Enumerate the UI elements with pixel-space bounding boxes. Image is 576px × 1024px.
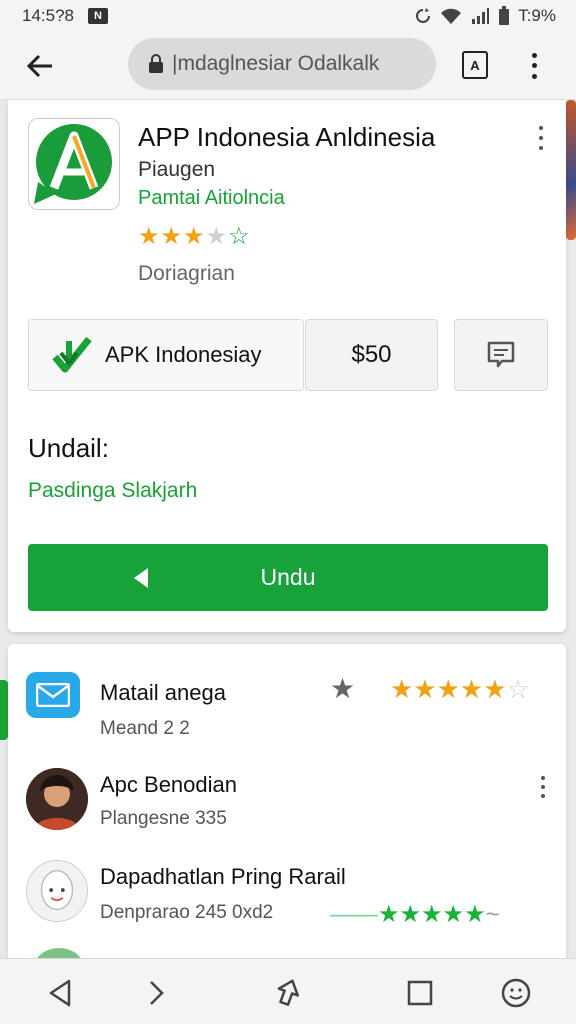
list-item-subtitle: Meand 2 2 — [100, 718, 190, 739]
share-icon — [277, 979, 299, 1006]
url-text: |mdaglnesiar Odalkalk — [172, 52, 380, 75]
app-title: APP Indonesia Anldinesia — [138, 122, 436, 152]
tab-count: A — [470, 57, 480, 73]
background-edge — [566, 100, 576, 240]
list-item[interactable]: Apc Benodian Plangesne 335 — [8, 752, 566, 848]
square-icon — [407, 980, 433, 1006]
app-icon — [28, 118, 120, 210]
download-check-icon — [52, 336, 92, 373]
browser-toolbar: |mdaglnesiar Odalkalk A — [0, 32, 576, 100]
back-button[interactable] — [22, 50, 58, 82]
nav-back-button[interactable] — [40, 973, 80, 1013]
list-item-rating: ★★★★★☆ — [390, 674, 530, 704]
list-item-title: Apc Benodian — [100, 772, 237, 797]
app-logo-icon — [34, 124, 112, 204]
install-button[interactable]: Undu — [28, 544, 548, 611]
list-item[interactable]: Dapadhatlan Pring Rarail Denprarao 245 0… — [8, 848, 566, 944]
install-label: Undu — [260, 564, 316, 590]
detail-value[interactable]: Pasdinga Slakjarh — [28, 479, 197, 503]
nav-assistant-button[interactable] — [496, 973, 536, 1013]
wifi-icon — [441, 8, 462, 24]
nav-forward-button[interactable] — [136, 973, 176, 1013]
battery-percent: T:9% — [518, 6, 556, 25]
list-item[interactable]: Matail anega Meand 2 2 ★ ★★★★★☆ — [8, 656, 566, 752]
list-item-subtitle: Plangesne 335 — [100, 808, 227, 829]
nav-share-button[interactable] — [268, 973, 308, 1013]
list-item-subtitle: Denprarao 245 0xd2 — [100, 902, 274, 923]
app-developer[interactable]: Piaugen — [138, 158, 215, 182]
apk-button-label: APK Indonesiay — [105, 342, 262, 367]
status-bar: 14:5?8 N T:9% — [0, 0, 576, 32]
chevron-right-icon — [150, 981, 164, 1005]
battery-icon — [499, 6, 510, 25]
browser-menu-button[interactable] — [524, 50, 544, 82]
message-button[interactable] — [454, 319, 548, 391]
app-rating-stars: ★★★★☆ — [138, 223, 251, 250]
message-icon — [487, 341, 515, 368]
sync-icon — [416, 8, 431, 23]
avatar-cartoon — [26, 860, 88, 922]
mail-icon — [26, 672, 80, 718]
app-detail-card: APP Indonesia Anldinesia Piaugen Pamtai … — [8, 100, 566, 632]
play-icon — [134, 568, 148, 588]
triangle-left-icon — [49, 979, 71, 1007]
apk-button[interactable]: APK Indonesiay — [28, 319, 304, 391]
list-item-more-button[interactable] — [536, 776, 550, 798]
favorite-star-icon[interactable]: ★ — [330, 672, 355, 705]
n-badge-icon: N — [88, 8, 108, 24]
background-edge-left — [0, 680, 8, 740]
arrow-left-icon — [26, 54, 52, 78]
price-label: $50 — [351, 341, 392, 368]
list-item-title: Matail anega — [100, 680, 226, 705]
status-time: 14:5?8 — [22, 6, 74, 25]
navigation-bar — [0, 958, 576, 1024]
tabs-button[interactable]: A — [462, 51, 488, 79]
signal-icon — [472, 8, 490, 24]
app-more-button[interactable] — [534, 126, 548, 150]
nav-recents-button[interactable] — [400, 973, 440, 1013]
url-bar[interactable]: |mdaglnesiar Odalkalk — [128, 38, 436, 90]
list-item-rating: ——★★★★★~ — [330, 901, 500, 928]
detail-heading: Undail: — [28, 433, 109, 463]
app-publisher[interactable]: Pamtai Aitiolncia — [138, 187, 285, 210]
lock-icon — [149, 54, 163, 73]
avatar — [26, 768, 88, 830]
app-downloads: Doriagrian — [138, 262, 235, 285]
price-button[interactable]: $50 — [305, 319, 438, 391]
emoji-icon — [501, 978, 531, 1008]
related-apps-list: Matail anega Meand 2 2 ★ ★★★★★☆ Apc Beno… — [8, 644, 566, 962]
list-item-title: Dapadhatlan Pring Rarail — [100, 864, 346, 889]
